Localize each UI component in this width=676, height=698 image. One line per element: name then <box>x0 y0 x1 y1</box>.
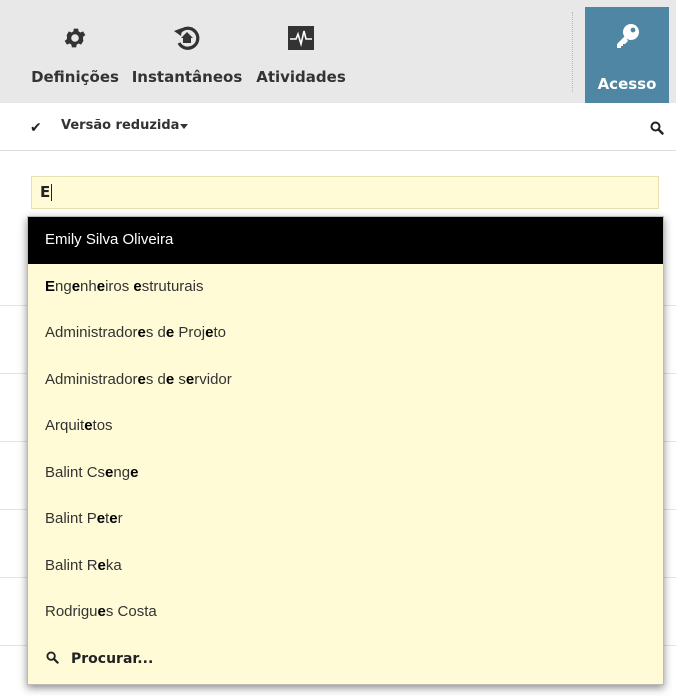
suggestion-text: Proj <box>174 324 206 341</box>
definicoes-label: Definições <box>31 68 119 86</box>
search-more-option[interactable]: Procurar... <box>28 636 663 683</box>
suggestion-item[interactable]: Administradores de servidor <box>28 357 663 404</box>
suggestion-text: ng <box>113 463 131 481</box>
suggestion-text: rvidor <box>194 370 232 388</box>
suggestion-item[interactable]: Administradores de Projeto <box>28 310 663 357</box>
snapshot-restore-icon <box>171 22 203 54</box>
toolbar-separator <box>572 12 574 92</box>
match-highlight: e <box>84 417 93 434</box>
suggestion-text: s Costa <box>105 603 157 620</box>
suggestion-text: ng <box>55 277 72 295</box>
top-toolbar: Definições Instantâneos Atividades Acess… <box>0 0 676 113</box>
suggestion-text: ka <box>105 556 122 574</box>
match-highlight: e <box>130 463 139 481</box>
suggestion-item[interactable]: Engenheiros estruturais <box>28 264 663 311</box>
match-highlight: e <box>137 370 146 388</box>
suggestion-text: Administrador <box>45 370 138 388</box>
suggestion-text: Balint Cs <box>45 463 106 481</box>
acesso-button[interactable]: Acesso <box>585 7 669 103</box>
match-highlight: e <box>71 277 81 295</box>
match-highlight: e <box>109 510 118 527</box>
suggestion-item[interactable]: Balint Csenge <box>28 450 663 497</box>
subbar: ✔ Versão reduzida <box>0 103 676 151</box>
suggestion-text: Rodrigu <box>45 603 98 620</box>
match-highlight: E <box>45 277 56 295</box>
suggestion-text: Arquit <box>45 417 85 434</box>
match-highlight: e <box>133 277 142 295</box>
version-dropdown[interactable]: Versão reduzida <box>61 118 179 133</box>
key-icon <box>612 21 642 53</box>
suggestion-item[interactable]: Arquitetos <box>28 403 663 450</box>
definicoes-button[interactable]: Definições <box>30 0 120 103</box>
match-highlight: e <box>165 370 175 388</box>
search-icon <box>46 649 59 668</box>
gear-icon <box>62 22 88 54</box>
match-highlight: e <box>165 324 175 341</box>
suggestion-item[interactable]: Emily Silva Oliveira <box>28 217 663 264</box>
search-icon[interactable] <box>650 120 664 139</box>
activity-pulse-icon <box>287 22 315 54</box>
suggestion-text: s <box>174 370 186 388</box>
suggestion-text: nh <box>80 277 97 295</box>
match-highlight: e <box>137 324 146 341</box>
search-more-label: Procurar... <box>71 650 154 667</box>
search-input-value: E <box>40 183 51 201</box>
suggestion-text: s d <box>145 370 166 388</box>
autocomplete-dropdown: Emily Silva Oliveira Engenheiros estrutur… <box>27 216 664 685</box>
instantaneos-label: Instantâneos <box>131 68 243 86</box>
suggestion-text: Emily Silva Oliveira <box>45 231 174 248</box>
suggestion-text: iros <box>105 277 134 295</box>
suggestion-text: Administrador <box>45 324 138 341</box>
atividades-label: Atividades <box>256 68 346 86</box>
search-input[interactable]: E <box>31 176 659 209</box>
match-highlight: e <box>97 556 106 574</box>
check-icon: ✔ <box>30 120 42 136</box>
suggestion-item[interactable]: Rodrigues Costa <box>28 589 663 636</box>
suggestion-text: r <box>117 510 123 527</box>
caret-down-icon[interactable] <box>180 124 188 129</box>
acesso-label: Acesso <box>597 75 657 93</box>
match-highlight: e <box>96 510 106 527</box>
suggestion-text: struturais <box>141 277 204 295</box>
atividades-button[interactable]: Atividades <box>254 0 348 103</box>
suggestion-text: s d <box>145 324 166 341</box>
match-highlight: e <box>97 603 106 620</box>
instantaneos-button[interactable]: Instantâneos <box>127 0 247 103</box>
text-cursor <box>51 184 53 201</box>
match-highlight: e <box>185 370 195 388</box>
suggestion-text: tos <box>92 417 113 434</box>
suggestion-text: Balint P <box>45 510 97 527</box>
suggestion-text: to <box>213 324 226 341</box>
suggestion-item[interactable]: Balint Reka <box>28 543 663 590</box>
suggestion-item[interactable]: Balint Peter <box>28 496 663 543</box>
suggestion-text: Balint R <box>45 556 98 574</box>
match-highlight: e <box>96 277 106 295</box>
